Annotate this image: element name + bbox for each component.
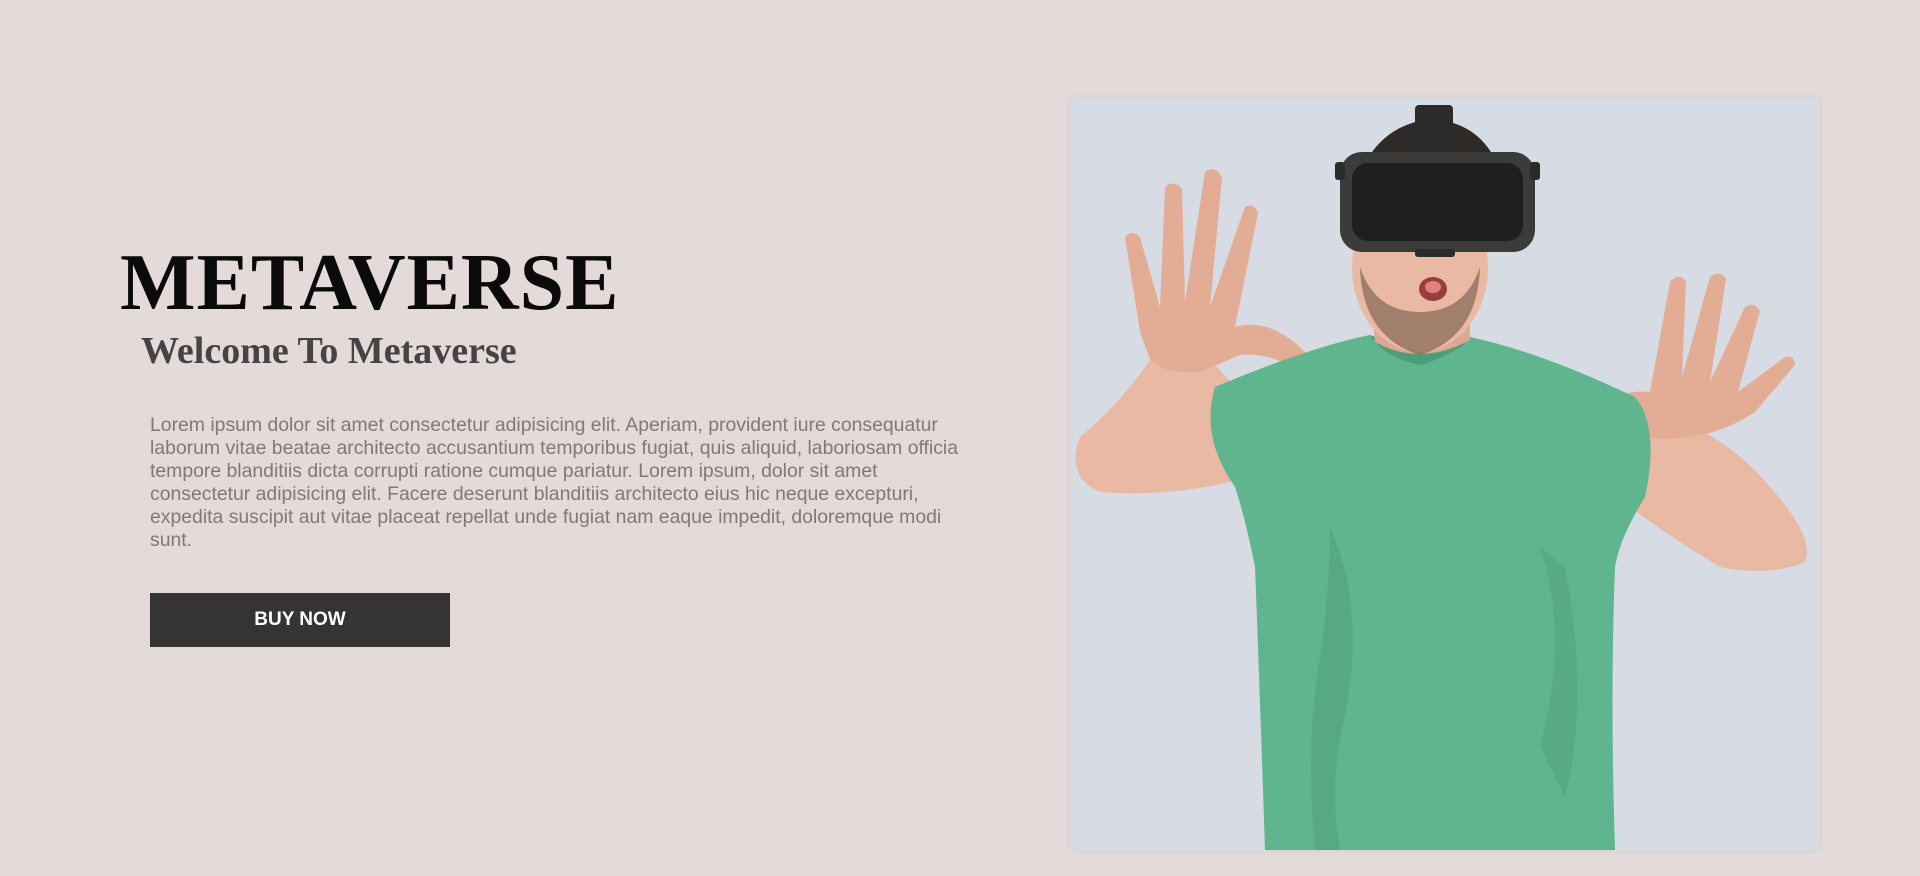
buy-now-button[interactable]: BUY NOW bbox=[150, 593, 450, 647]
vr-person-image bbox=[1070, 97, 1820, 850]
hero-subtitle: Welcome To Metaverse bbox=[141, 330, 517, 372]
hero-title: METAVERSE bbox=[120, 239, 620, 327]
hero-description: Lorem ipsum dolor sit amet consectetur a… bbox=[150, 414, 959, 551]
landing-page: METAVERSE Welcome To Metaverse Lorem ips… bbox=[0, 0, 1920, 876]
vr-headset-person-illustration bbox=[1070, 97, 1820, 850]
